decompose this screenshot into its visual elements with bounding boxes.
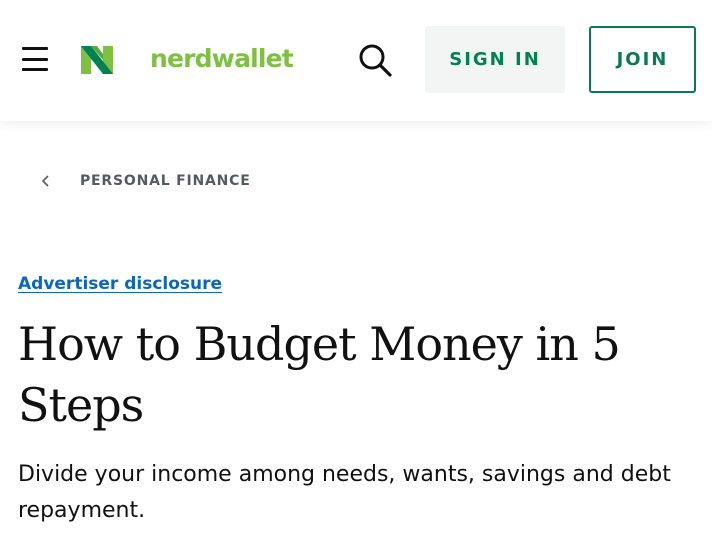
- logo-wordmark[interactable]: nerdwallet: [150, 43, 294, 75]
- chevron-left-icon: [41, 175, 49, 187]
- join-button[interactable]: JOIN: [589, 26, 696, 93]
- advertiser-disclosure-link[interactable]: Advertiser disclosure: [18, 274, 222, 294]
- article-subtitle: Divide your income among needs, wants, s…: [18, 462, 671, 523]
- nerdwallet-n-logo-icon[interactable]: [81, 44, 113, 76]
- hamburger-menu-icon[interactable]: [22, 47, 48, 71]
- breadcrumb-label: PERSONAL FINANCE: [80, 173, 251, 189]
- sign-in-button[interactable]: SIGN IN: [425, 26, 565, 93]
- breadcrumb[interactable]: PERSONAL FINANCE: [40, 170, 251, 192]
- page-title: How to Budget Money in 5 Steps: [18, 317, 621, 432]
- site-header: nerdwallet SIGN IN JOIN: [0, 0, 712, 121]
- search-icon[interactable]: [357, 42, 393, 78]
